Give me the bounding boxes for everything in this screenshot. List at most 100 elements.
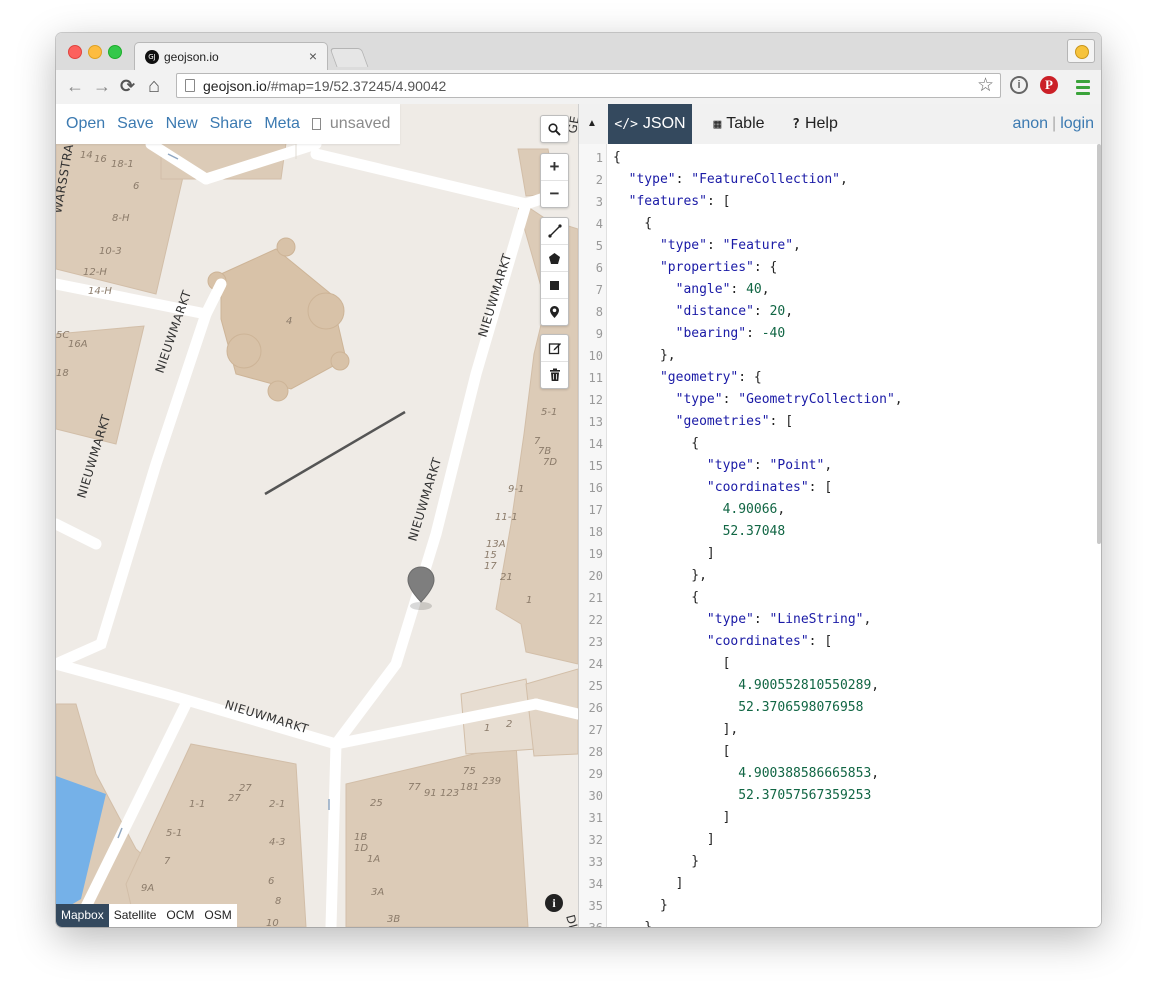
line-number: 19 [588, 547, 603, 561]
edit-icon[interactable] [541, 335, 568, 361]
code-text: ] [613, 832, 715, 847]
url-text: geojson.io/#map=19/52.37245/4.90042 [203, 78, 446, 94]
code-text: 4.900552810550289, [738, 678, 880, 693]
info-icon[interactable]: i [545, 894, 563, 912]
forward-arrow-icon[interactable]: → [93, 75, 111, 97]
trash-icon[interactable] [541, 361, 568, 388]
line-number: 21 [588, 591, 603, 605]
code-text: { [613, 150, 621, 165]
house-number: 15 [484, 550, 497, 561]
collapse-pane-icon[interactable]: ▲ [587, 118, 597, 129]
share-button[interactable]: Share [204, 115, 259, 133]
rectangle-icon[interactable] [541, 271, 568, 298]
house-number: 4 [286, 316, 292, 327]
house-number: 10-3 [99, 246, 122, 257]
code-text: }, [613, 568, 707, 583]
code-text: "type": "Feature", [659, 238, 801, 253]
line-number: 12 [588, 393, 603, 407]
back-arrow-icon[interactable]: ← [66, 75, 84, 97]
house-number: 8 [275, 896, 281, 907]
account-separator: | [1052, 115, 1057, 132]
tab-table[interactable]: ▦ Table [699, 104, 779, 144]
code-line: 28 [ [579, 741, 1098, 763]
maximize-window-button[interactable] [108, 45, 122, 59]
code-line: 26 52.3706598076958 [579, 697, 1098, 719]
anon-link[interactable]: anon [1012, 115, 1048, 132]
house-number: 3B [387, 914, 400, 925]
minimize-window-button[interactable] [88, 45, 102, 59]
line-number: 14 [588, 437, 603, 451]
editor-scrollbar[interactable] [1097, 144, 1101, 544]
new-tab-button[interactable] [329, 48, 369, 67]
bookmark-star-icon[interactable]: ☆ [977, 74, 994, 97]
open-button[interactable]: Open [60, 115, 111, 133]
browser-tab[interactable]: GJ geojson.io × [134, 42, 328, 70]
code-line: 21 { [579, 587, 1098, 609]
pinterest-extension-icon[interactable]: P [1040, 76, 1058, 94]
house-number: 16A [68, 339, 88, 350]
point-marker-icon[interactable] [406, 565, 436, 611]
help-icon: ? [792, 117, 800, 132]
code-line: 5 "type": "Feature", [579, 235, 1098, 257]
code-line: 14 { [579, 433, 1098, 455]
profile-button[interactable] [1067, 39, 1095, 63]
tab-json[interactable]: </> JSON [608, 104, 692, 144]
code-text: "features": [ [628, 194, 731, 209]
code-line: 4 { [579, 213, 1098, 235]
code-text: "geometries": [ [675, 414, 794, 429]
draw-toolbar [540, 217, 569, 326]
line-number: 15 [588, 459, 603, 473]
code-line: 9 "bearing": -40 [579, 323, 1098, 345]
code-text: }, [613, 348, 676, 363]
house-number: 7B [538, 446, 551, 457]
zoom-in-button[interactable]: + [541, 154, 568, 180]
layer-ocm[interactable]: OCM [161, 904, 199, 927]
code-text: "coordinates": [ [706, 634, 833, 649]
line-number: 6 [595, 261, 603, 275]
home-icon[interactable]: ⌂ [148, 75, 160, 97]
marker-icon[interactable] [541, 298, 568, 325]
layer-osm[interactable]: OSM [199, 904, 236, 927]
zoom-out-button[interactable]: − [541, 180, 568, 207]
url-path: /#map=19/52.37245/4.90042 [266, 78, 447, 94]
line-number: 35 [588, 899, 603, 913]
line-number: 27 [588, 723, 603, 737]
code-text: "type": "LineString", [706, 612, 872, 627]
onepassword-extension-icon[interactable]: i [1010, 76, 1028, 94]
house-number: 6 [133, 181, 139, 192]
save-button[interactable]: Save [111, 115, 159, 133]
line-icon[interactable] [541, 218, 568, 244]
meta-button[interactable]: Meta [258, 115, 306, 133]
account-links: anon | login [1012, 115, 1094, 133]
polygon-icon[interactable] [541, 244, 568, 271]
house-number: 1B [354, 832, 367, 843]
map-view[interactable]: NIEUWMARKT NIEUWMARKT NIEUWMARKT NIEUWMA… [56, 104, 578, 927]
reload-icon[interactable]: ⟳ [120, 75, 135, 97]
browser-menu-icon[interactable] [1076, 80, 1090, 98]
house-number: 27 [239, 783, 252, 794]
tab-help[interactable]: ? Help [785, 104, 845, 144]
code-text: "angle": 40, [675, 282, 770, 297]
tab-help-label: Help [804, 115, 838, 132]
login-link[interactable]: login [1060, 115, 1094, 132]
code-line: 17 4.90066, [579, 499, 1098, 521]
code-text: "type": "Point", [706, 458, 833, 473]
search-icon[interactable] [541, 116, 568, 142]
code-line: 35 } [579, 895, 1098, 917]
close-window-button[interactable] [68, 45, 82, 59]
code-text: 52.37048 [722, 524, 786, 539]
house-number: 9-1 [508, 484, 524, 495]
layer-satellite[interactable]: Satellite [109, 904, 162, 927]
code-text: { [613, 216, 653, 231]
layer-mapbox[interactable]: Mapbox [56, 904, 109, 927]
new-button[interactable]: New [160, 115, 204, 133]
code-text: ] [613, 810, 731, 825]
code-text: 4.90066, [722, 502, 786, 517]
address-bar[interactable]: geojson.io/#map=19/52.37245/4.90042 ☆ [176, 73, 1001, 98]
json-editor[interactable]: 1{2 "type": "FeatureCollection", 3 "featu… [579, 144, 1101, 927]
code-line: 6 "properties": { [579, 257, 1098, 279]
tab-close-icon[interactable]: × [309, 48, 317, 64]
line-number: 23 [588, 635, 603, 649]
line-number: 28 [588, 745, 603, 759]
line-number: 33 [588, 855, 603, 869]
